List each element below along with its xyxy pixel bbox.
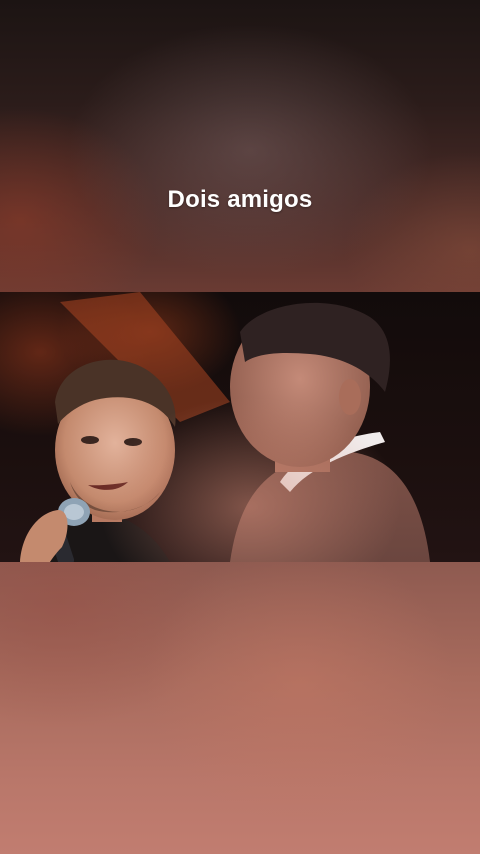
left-singer-eye xyxy=(81,436,99,444)
story-caption: Dois amigos xyxy=(167,186,313,213)
blurred-backdrop-top xyxy=(0,0,480,292)
story-screen[interactable]: Dois amigos xyxy=(0,0,480,854)
video-frame[interactable] xyxy=(0,292,480,562)
blurred-backdrop-bottom xyxy=(0,562,480,854)
video-scene xyxy=(20,292,430,562)
right-person-ear xyxy=(339,379,361,415)
